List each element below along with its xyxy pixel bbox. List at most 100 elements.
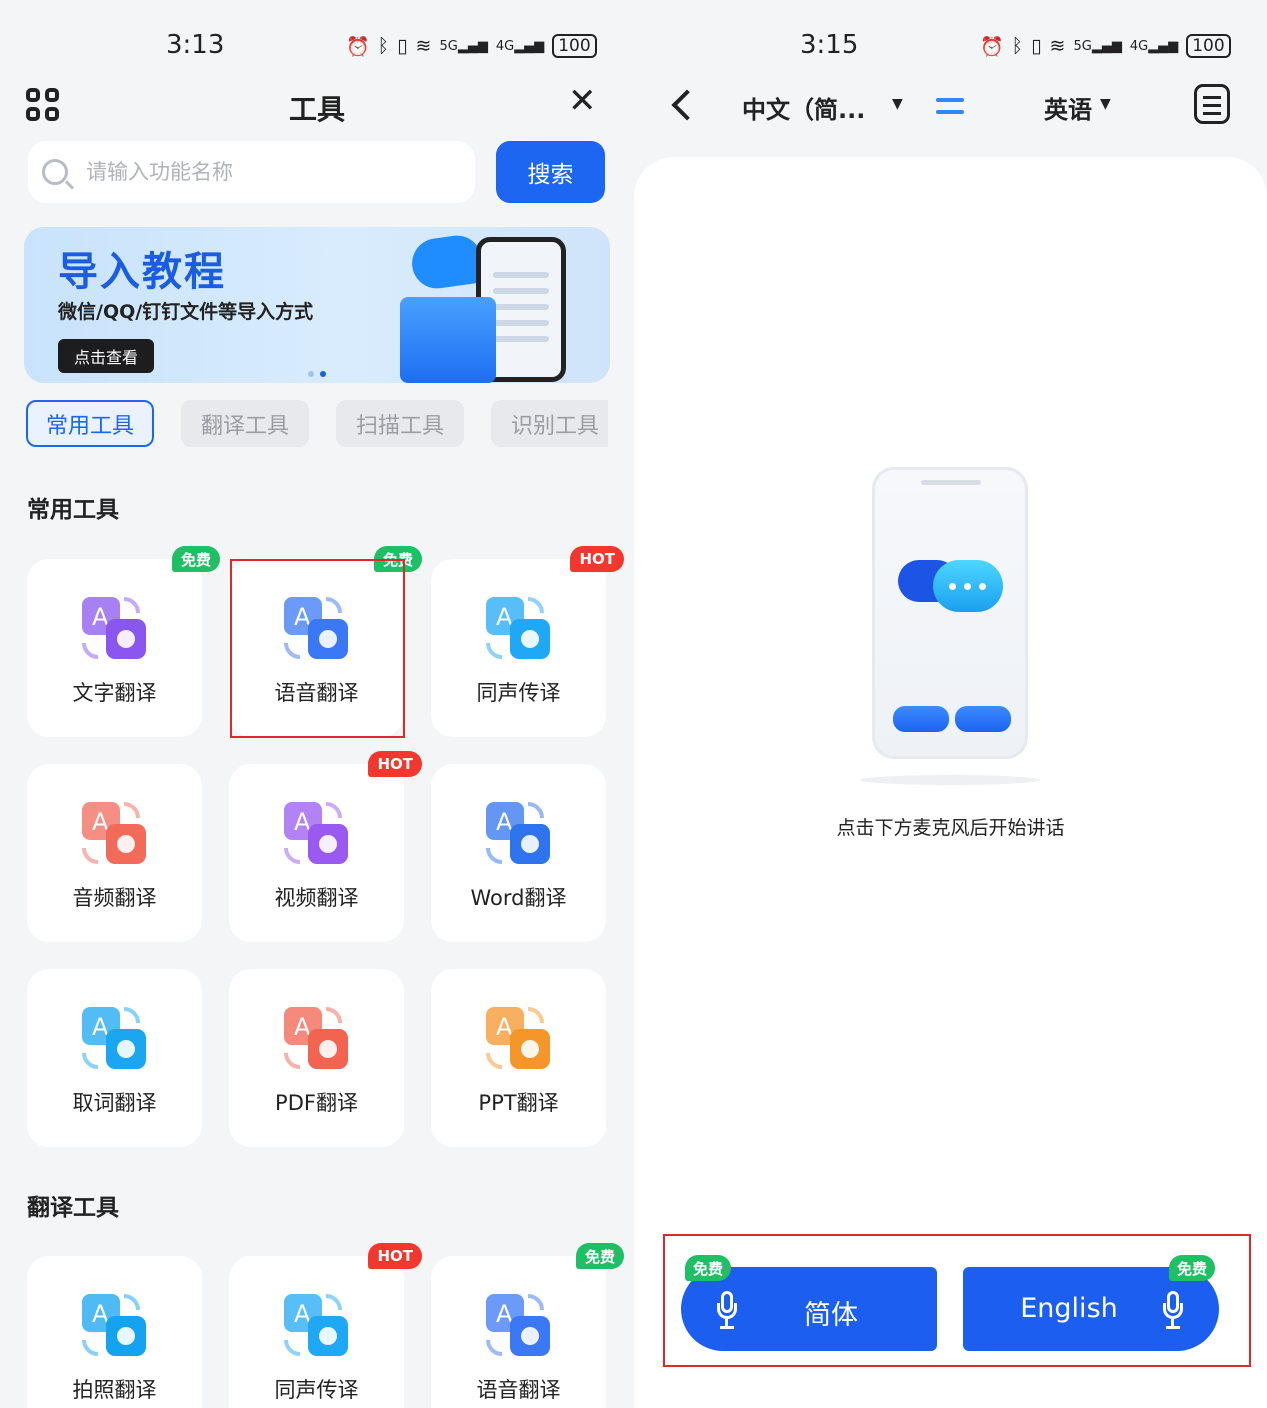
- mic-label-chinese: 简体: [804, 1300, 858, 1331]
- tools-header: 工具 ✕: [0, 82, 634, 132]
- tool-label: Word翻译: [470, 886, 567, 910]
- tool-card[interactable]: A 音频翻译: [27, 764, 202, 942]
- tool-label: PDF翻译: [275, 1091, 358, 1115]
- target-caret-icon[interactable]: ▼: [1100, 96, 1111, 112]
- hot-badge: HOT: [368, 751, 422, 777]
- tool-label: 文字翻译: [72, 681, 157, 705]
- tool-icon: A: [486, 802, 550, 864]
- free-badge: 免费: [171, 546, 220, 572]
- vibrate-icon: ▯: [1031, 35, 1042, 57]
- bluetooth-icon: ᛒ: [377, 35, 390, 57]
- source-language-select[interactable]: 中文（简...: [742, 90, 865, 125]
- tool-card[interactable]: A 文字翻译 免费: [27, 546, 220, 737]
- wifi-icon: ≋: [1049, 35, 1066, 57]
- folder-illustration: [400, 297, 496, 383]
- free-badge: 免费: [575, 1243, 624, 1269]
- bluetooth-icon: ᛒ: [1011, 35, 1024, 57]
- tool-card[interactable]: A 同声传译 HOT: [229, 1243, 422, 1408]
- tool-card[interactable]: A 拍照翻译: [27, 1256, 202, 1408]
- page-title: 工具: [288, 93, 345, 126]
- free-badge: 免费: [1169, 1255, 1216, 1281]
- source-caret-icon[interactable]: ▼: [892, 96, 903, 112]
- tool-icon: A: [486, 1007, 550, 1069]
- status-icons: ⏰ ᛒ ▯ ≋ 5G▂▄▆ 4G▂▄▆ 100: [980, 34, 1231, 58]
- swap-languages-icon[interactable]: [934, 90, 968, 120]
- alarm-icon: ⏰: [980, 35, 1004, 58]
- tab-scan-tools[interactable]: 扫描工具: [336, 400, 464, 447]
- translate-header: 中文（简... ▼ 英语 ▼: [634, 82, 1267, 132]
- status-time: 3:13: [166, 30, 225, 60]
- tool-label: 同声传译: [274, 1378, 359, 1402]
- tool-icon: A: [82, 597, 146, 659]
- settings-sliders-icon[interactable]: [1194, 84, 1230, 124]
- section-title-common: 常用工具: [27, 497, 119, 523]
- conversation-area: 点击下方麦克风后开始讲话 免费 简体 免费 English: [634, 157, 1267, 1408]
- status-bar: 3:13 ⏰ ᛒ ▯ ≋ 5G▂▄▆ 4G▂▄▆ 100: [0, 0, 634, 90]
- target-language-select[interactable]: 英语: [1044, 90, 1092, 125]
- microphone-icon: [717, 1291, 737, 1329]
- tool-card[interactable]: A PDF翻译: [229, 969, 404, 1147]
- tool-card[interactable]: A Word翻译: [431, 764, 606, 942]
- microphone-icon: [1163, 1291, 1183, 1329]
- tab-recognize-tools[interactable]: 识别工具: [491, 400, 608, 447]
- tool-card[interactable]: A 视频翻译 HOT: [229, 751, 422, 942]
- banner-title: 导入教程: [58, 249, 226, 295]
- highlight-box-voice-translate: [230, 559, 405, 738]
- tab-translate-tools[interactable]: 翻译工具: [181, 400, 309, 447]
- tool-card[interactable]: A 取词翻译: [27, 969, 202, 1147]
- free-badge: 免费: [685, 1255, 732, 1281]
- voice-translate-screen: 3:15 ⏰ ᛒ ▯ ≋ 5G▂▄▆ 4G▂▄▆ 100 中文（简... ▼ 英…: [634, 0, 1267, 1408]
- tool-icon: A: [82, 1294, 146, 1356]
- banner-view-button[interactable]: 点击查看: [58, 339, 154, 373]
- tool-label: 音频翻译: [72, 886, 157, 910]
- banner-subtitle: 微信/QQ/钉钉文件等导入方式: [58, 301, 314, 323]
- tool-icon: A: [284, 1007, 348, 1069]
- import-arrow-illustration: [408, 232, 486, 292]
- status-time: 3:15: [800, 30, 859, 60]
- search-input[interactable]: [86, 160, 426, 184]
- screenshot-root: 3:13 ⏰ ᛒ ▯ ≋ 5G▂▄▆ 4G▂▄▆ 100 工具 ✕ 搜索 导入教…: [0, 0, 1267, 1408]
- speak-hint: 点击下方麦克风后开始讲话: [836, 817, 1065, 839]
- tab-common-tools[interactable]: 常用工具: [26, 400, 154, 447]
- carousel-dots: [308, 371, 326, 377]
- tool-label: 拍照翻译: [72, 1378, 157, 1402]
- search-box[interactable]: [28, 141, 475, 203]
- tool-icon: A: [284, 802, 348, 864]
- tool-label: PPT翻译: [478, 1091, 559, 1115]
- close-icon[interactable]: ✕: [568, 84, 597, 118]
- signal-4g-icon: 4G▂▄▆: [1129, 38, 1179, 54]
- tool-label: 视频翻译: [274, 886, 359, 910]
- tool-icon: A: [486, 1294, 550, 1356]
- mic-button-chinese[interactable]: 免费 简体: [681, 1255, 937, 1351]
- tool-icon: A: [486, 597, 550, 659]
- alarm-icon: ⏰: [346, 35, 370, 58]
- tool-icon: A: [82, 1007, 146, 1069]
- hot-badge: HOT: [570, 546, 624, 572]
- import-tutorial-banner[interactable]: 导入教程 微信/QQ/钉钉文件等导入方式 点击查看: [24, 227, 610, 383]
- search-icon: [42, 159, 68, 185]
- tool-label: 取词翻译: [72, 1091, 157, 1115]
- tool-card[interactable]: A 同声传译 HOT: [431, 546, 624, 737]
- chat-bubble-icon: [933, 560, 1003, 612]
- tool-category-tabs: 常用工具 翻译工具 扫描工具 识别工具: [26, 400, 608, 447]
- tool-icon: A: [284, 1294, 348, 1356]
- tool-card[interactable]: A 语音翻译 免费: [431, 1243, 624, 1408]
- section-title-translate: 翻译工具: [27, 1195, 119, 1221]
- back-arrow-icon[interactable]: [671, 89, 703, 121]
- status-icons: ⏰ ᛒ ▯ ≋ 5G▂▄▆ 4G▂▄▆ 100: [346, 34, 597, 58]
- tool-card[interactable]: A PPT翻译: [431, 969, 606, 1147]
- wifi-icon: ≋: [415, 35, 432, 57]
- phone-chat-illustration: [872, 467, 1028, 759]
- tool-icon: A: [82, 802, 146, 864]
- search-button[interactable]: 搜索: [496, 141, 605, 203]
- signal-5g-icon: 5G▂▄▆: [1073, 38, 1122, 54]
- tool-label: 同声传译: [476, 681, 561, 705]
- mic-label-english: English: [1020, 1293, 1118, 1324]
- battery-icon: 100: [1186, 34, 1231, 58]
- signal-4g-icon: 4G▂▄▆: [495, 38, 545, 54]
- vibrate-icon: ▯: [397, 35, 408, 57]
- tools-screen: 3:13 ⏰ ᛒ ▯ ≋ 5G▂▄▆ 4G▂▄▆ 100 工具 ✕ 搜索 导入教…: [0, 0, 634, 1408]
- status-bar: 3:15 ⏰ ᛒ ▯ ≋ 5G▂▄▆ 4G▂▄▆ 100: [634, 0, 1267, 90]
- mic-button-english[interactable]: 免费 English: [963, 1255, 1219, 1351]
- signal-5g-icon: 5G▂▄▆: [439, 38, 488, 54]
